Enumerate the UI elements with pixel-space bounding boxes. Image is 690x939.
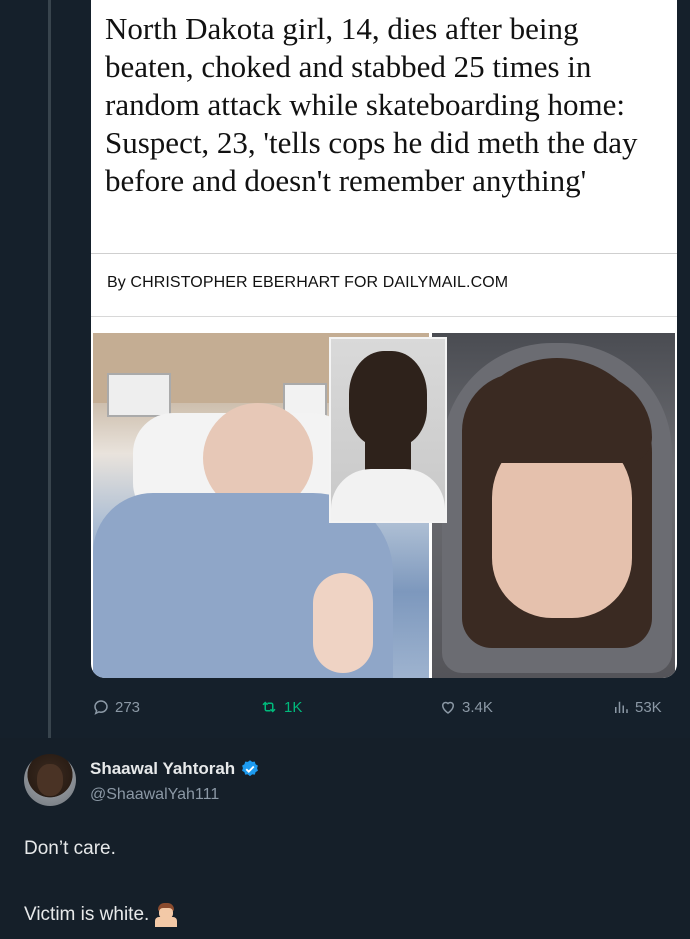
reply-icon (94, 700, 108, 715)
suspect-mugshot-photo[interactable] (329, 337, 447, 523)
tweet-action-bar: 273 1K 3.4K 53K (92, 690, 678, 730)
reply-text-line: Don’t care. (24, 838, 116, 859)
headline-divider (91, 253, 677, 254)
byline-divider (91, 316, 677, 317)
article-byline: By CHRISTOPHER EBERHART FOR DAILYMAIL.CO… (107, 274, 509, 291)
views-count: 53K (635, 698, 662, 716)
verified-badge-icon (242, 760, 259, 777)
retweet-button[interactable]: 1K (259, 698, 302, 716)
quoted-article-card[interactable]: North Dakota girl, 14, dies after being … (91, 0, 677, 678)
mugshot-head (349, 351, 427, 447)
reply-text: Victim is white. (24, 904, 150, 925)
heart-icon (441, 701, 455, 714)
avatar[interactable] (24, 754, 76, 806)
person-shrugging-emoji-icon (155, 903, 178, 927)
victim-portrait-photo[interactable] (432, 333, 675, 678)
article-headline: North Dakota girl, 14, dies after being … (105, 11, 638, 198)
views-button[interactable]: 53K (612, 698, 662, 716)
reply-text-line: Victim is white. (24, 903, 178, 927)
retweet-icon (262, 701, 276, 713)
avatar-face (37, 764, 63, 796)
like-count: 3.4K (462, 698, 493, 716)
views-chart-icon (615, 701, 628, 713)
reply-author-handle[interactable]: @ShaawalYah111 (90, 786, 219, 804)
thread-connector-line (48, 0, 51, 738)
mugshot-shirt (331, 469, 445, 521)
reply-count: 273 (115, 698, 141, 716)
bangs (462, 373, 652, 463)
wall-outlet-panel (107, 373, 171, 417)
reply-button[interactable]: 273 (92, 698, 140, 716)
patient-arm (313, 573, 373, 673)
reply-author[interactable]: Shaawal Yahtorah (90, 759, 260, 779)
retweet-count: 1K (284, 698, 303, 716)
reply-author-name: Shaawal Yahtorah (90, 759, 236, 778)
like-button[interactable]: 3.4K (439, 698, 493, 716)
